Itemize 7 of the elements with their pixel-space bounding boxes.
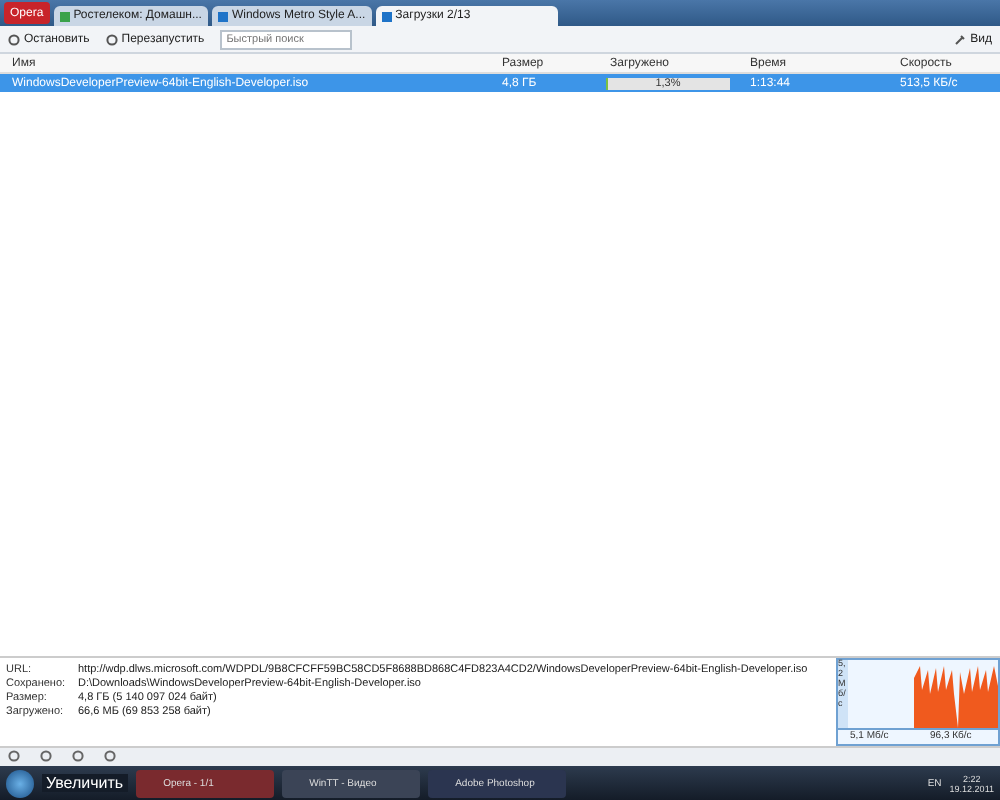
page-icon [217, 11, 228, 21]
start-button[interactable] [6, 769, 34, 797]
tooltip-text: Увеличить [42, 774, 128, 792]
speed-wave-drawing [914, 666, 998, 728]
page-icon [381, 11, 392, 21]
wrench-icon [954, 33, 967, 45]
page-icon [59, 11, 70, 21]
